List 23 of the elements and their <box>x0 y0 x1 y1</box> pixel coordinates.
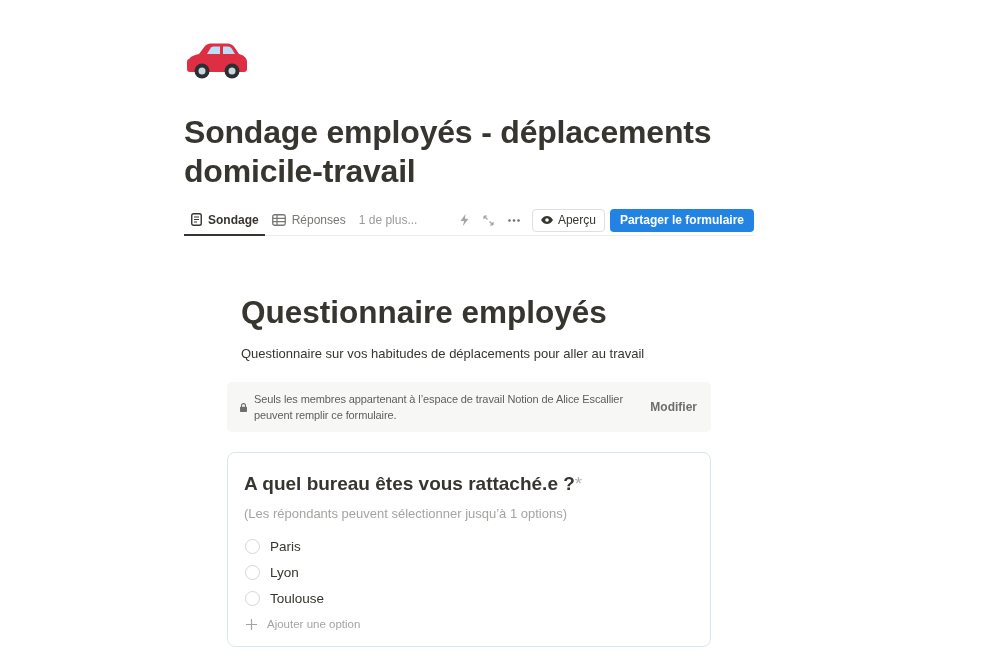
radio-option[interactable]: Lyon <box>244 559 299 585</box>
view-tab[interactable]: Sondage <box>184 205 265 236</box>
form-title: Questionnaire employés <box>241 293 608 332</box>
eye-icon <box>540 216 553 224</box>
expand-icon[interactable] <box>482 214 494 226</box>
view-tab[interactable]: Réponses <box>264 205 352 236</box>
lock-icon <box>240 402 247 412</box>
question-hint: (Les répondants peuvent sélectionner jusqu’à 1 options) <box>244 505 569 523</box>
share-form-button[interactable]: Partager le formulaire <box>609 208 754 232</box>
form-description: Questionnaire sur vos habitudes de déplacements pour aller au travail <box>241 345 646 363</box>
lightning-icon[interactable] <box>459 214 469 226</box>
radio-option[interactable]: Paris <box>244 533 301 559</box>
table-icon <box>271 213 286 226</box>
plus-icon <box>246 618 257 630</box>
car-icon <box>185 42 249 79</box>
edit-access-button[interactable]: Modifier <box>650 400 697 414</box>
access-notice-text: Seuls les membres appartenant à l’espace de travail Notion de Alice Escallier peuvent remplir ce formulaire. <box>254 392 624 423</box>
document-icon <box>191 213 202 226</box>
more-icon[interactable] <box>507 218 520 222</box>
page-title: Sondage employés - déplacements domicile-travail <box>184 113 713 191</box>
preview-button[interactable]: Aperçu <box>531 208 605 232</box>
radio-option[interactable]: Toulouse <box>244 585 325 611</box>
question-title: A quel bureau êtes vous rattaché.e ?* <box>244 472 584 496</box>
